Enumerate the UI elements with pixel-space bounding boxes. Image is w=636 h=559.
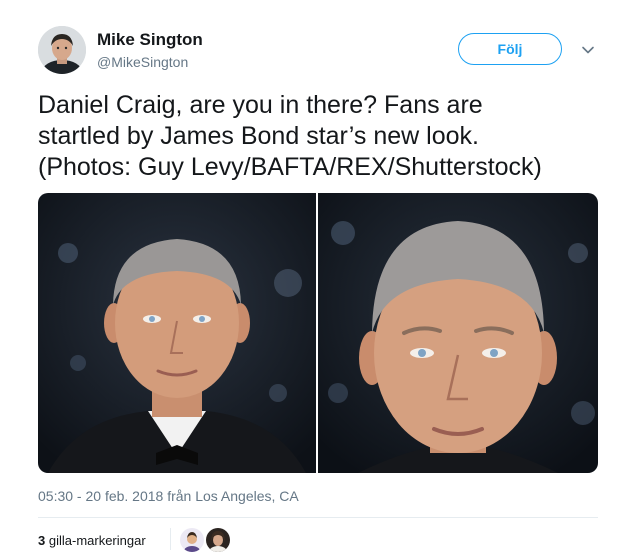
media-container: [38, 193, 598, 473]
photo-left[interactable]: [38, 193, 316, 473]
likes-label: gilla-markeringar: [48, 533, 146, 548]
tweet-card: Mike Sington @MikeSington Följ Daniel Cr…: [0, 0, 636, 559]
author-avatar[interactable]: [38, 26, 86, 74]
photo-right[interactable]: [318, 193, 598, 473]
divider: [38, 517, 598, 518]
follow-button[interactable]: Följ: [458, 33, 562, 65]
tweet-text-line: startled by James Bond star’s new look.: [38, 122, 479, 150]
likes-count: 3: [38, 533, 46, 548]
chevron-down-icon[interactable]: [578, 40, 598, 60]
liker-avatar[interactable]: [180, 528, 204, 552]
author-name[interactable]: Mike Sington: [97, 30, 203, 50]
tweet-timestamp[interactable]: 05:30 - 20 feb. 2018 från Los Angeles, C…: [38, 488, 299, 504]
likes-stat[interactable]: 3 gilla-markeringar: [38, 533, 146, 548]
tweet-text-line: Daniel Craig, are you in there? Fans are: [38, 91, 483, 119]
stats-divider: [170, 528, 171, 550]
author-handle[interactable]: @MikeSington: [97, 54, 188, 70]
tweet-text: Daniel Craig, are you in there? Fans are…: [38, 90, 608, 183]
liker-avatar[interactable]: [206, 528, 230, 552]
tweet-text-line: (Photos: Guy Levy/BAFTA/REX/Shutterstock…: [38, 153, 542, 181]
